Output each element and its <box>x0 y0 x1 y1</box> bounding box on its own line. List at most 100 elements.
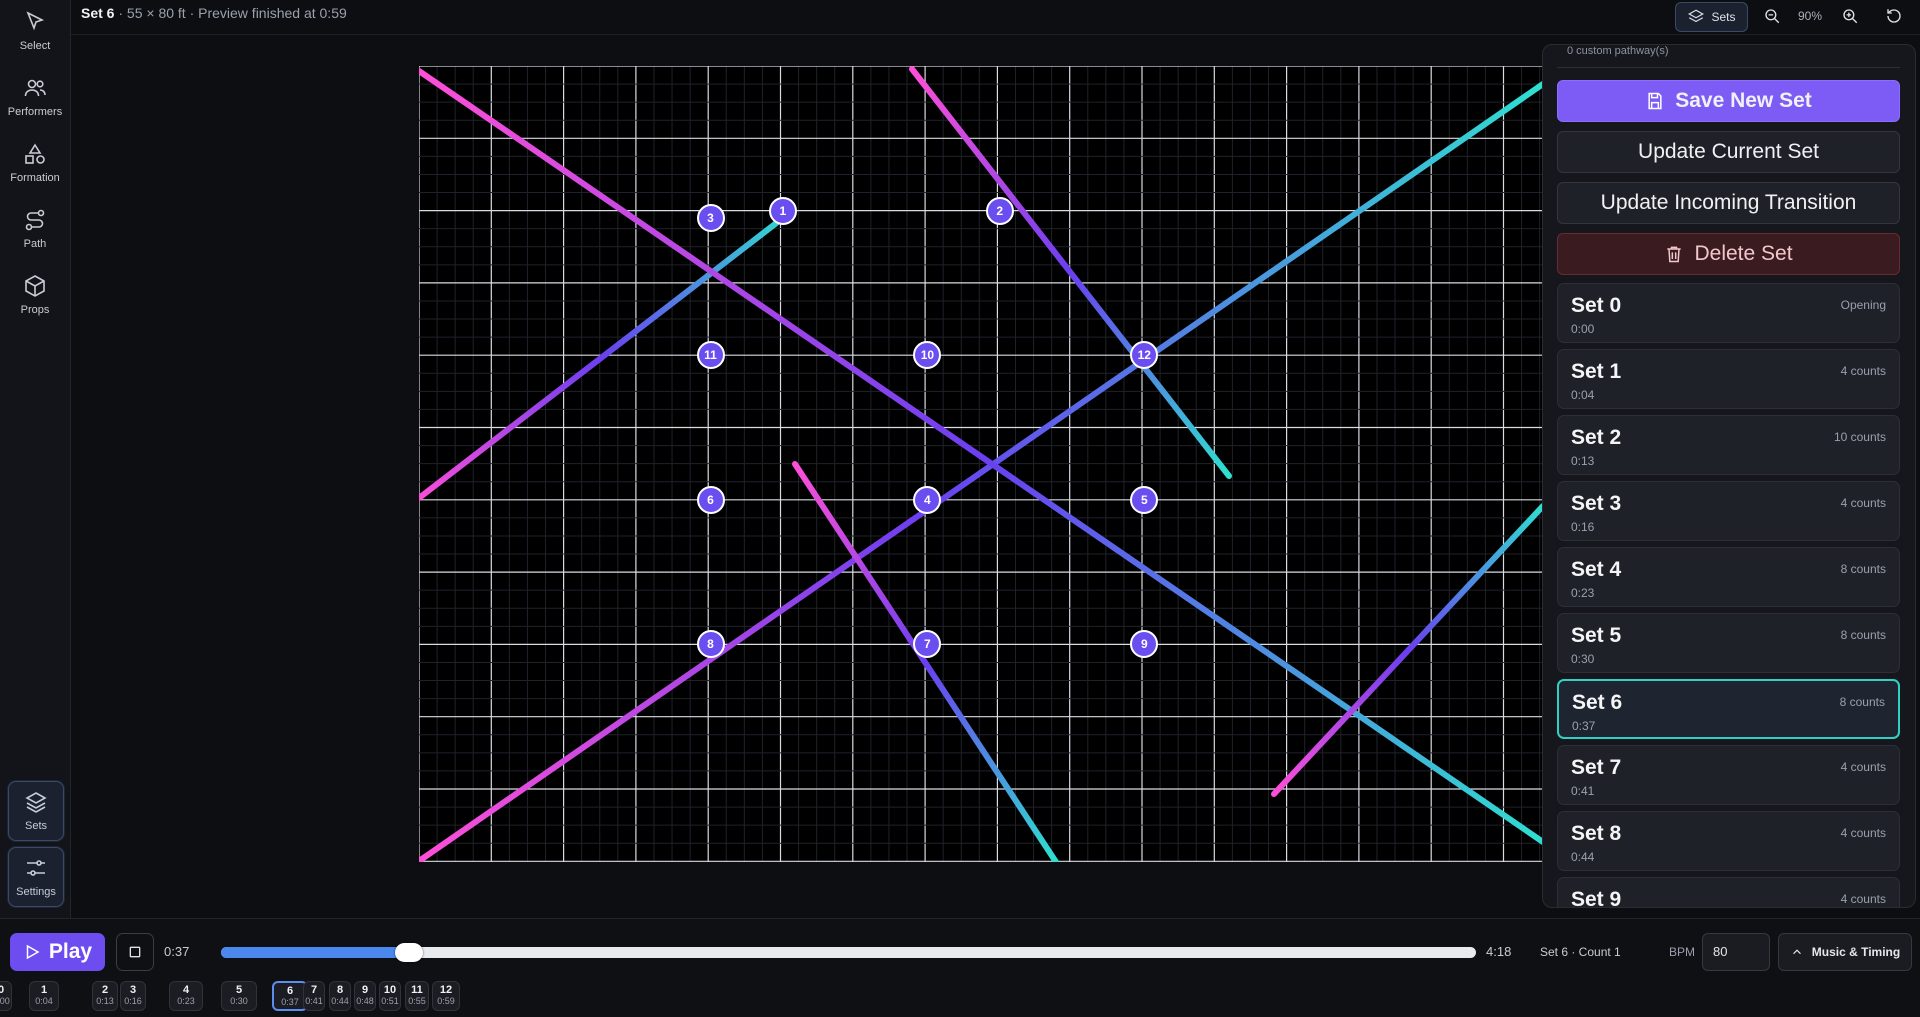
timeline-chip-set-5[interactable]: 5 0:30 <box>221 981 257 1011</box>
tool-formation[interactable]: Formation <box>0 132 70 194</box>
performer-marker[interactable]: 11 <box>696 341 725 370</box>
performer-marker[interactable]: 6 <box>696 485 725 514</box>
tool-performers[interactable]: Performers <box>0 66 70 128</box>
set-card[interactable]: Set 1 0:04 4 counts <box>1557 349 1900 409</box>
music-timing-label: Music & Timing <box>1811 945 1901 959</box>
set-name: Set 9 <box>1571 888 1622 908</box>
tool-select[interactable]: Select <box>0 0 70 62</box>
timeline-chip-set-2[interactable]: 2 0:13 <box>92 981 118 1011</box>
set-counts: 8 counts <box>1840 628 1886 642</box>
set-time: 0:04 <box>1571 388 1595 402</box>
sliders-icon <box>27 860 45 876</box>
set-card[interactable]: Set 8 0:44 4 counts <box>1557 811 1900 871</box>
set-time: 0:44 <box>1571 850 1595 864</box>
chip-set-time: 0:59 <box>437 996 455 1006</box>
performer-marker[interactable]: 4 <box>913 485 942 514</box>
timeline-chip-set-1[interactable]: 1 0:04 <box>29 981 59 1011</box>
playback-status: Set 6 · Count 1 <box>1540 945 1621 959</box>
chip-set-number: 0 <box>0 984 5 996</box>
layers-icon <box>1688 9 1705 23</box>
timeline-chip-set-8[interactable]: 8 0:44 <box>329 981 351 1011</box>
chip-set-time: 0:16 <box>124 996 142 1006</box>
performer-marker[interactable]: 2 <box>985 196 1014 225</box>
set-time: 0:00 <box>1571 322 1595 336</box>
sets-toggle-label: Sets <box>1711 10 1736 24</box>
chevron-up-icon <box>1792 949 1801 955</box>
set-name: Set 5 <box>1571 624 1622 647</box>
timeline-chip-set-12[interactable]: 12 0:59 <box>432 981 460 1011</box>
users-icon <box>24 79 46 97</box>
performer-marker[interactable]: 5 <box>1130 485 1159 514</box>
chip-set-number: 12 <box>439 984 453 996</box>
tool-props[interactable]: Props <box>0 264 70 326</box>
tool-label: Settings <box>16 886 56 898</box>
stop-button[interactable] <box>116 933 154 971</box>
set-card[interactable]: Set 6 0:37 8 counts <box>1557 679 1900 739</box>
timeline-chip-set-11[interactable]: 11 0:55 <box>405 981 429 1011</box>
set-card[interactable]: Set 3 0:16 4 counts <box>1557 481 1900 541</box>
chip-set-time: 0:51 <box>381 996 399 1006</box>
timeline-chip-set-4[interactable]: 4 0:23 <box>169 981 203 1011</box>
chip-set-number: 7 <box>310 984 318 996</box>
set-time: 0:16 <box>1571 520 1595 534</box>
set-time: 0:37 <box>1572 719 1596 733</box>
reset-view-button[interactable] <box>1878 2 1910 30</box>
tool-path[interactable]: Path <box>0 198 70 260</box>
page-title: Set 6 · 55 × 80 ft · Preview finished at… <box>81 5 347 21</box>
zoom-in-button[interactable] <box>1834 2 1866 30</box>
delete-set-label: Delete Set <box>1694 242 1793 265</box>
delete-set-button[interactable]: Delete Set <box>1557 233 1900 275</box>
tool-settings[interactable]: Settings <box>8 847 64 907</box>
scrubber-progress <box>221 947 410 958</box>
set-card[interactable]: Set 7 0:41 4 counts <box>1557 745 1900 805</box>
set-name: Set 8 <box>1571 822 1622 845</box>
timeline-chip-set-9[interactable]: 9 0:48 <box>354 981 376 1011</box>
tool-label: Sets <box>24 820 47 832</box>
timeline-chip-set-0[interactable]: 00:00 <box>0 981 12 1011</box>
set-counts: 4 counts <box>1840 826 1886 840</box>
bpm-input[interactable]: 80 <box>1702 933 1770 971</box>
sets-panel: 0 custom pathway(s) Save New Set Update … <box>1542 44 1916 908</box>
performance-field[interactable]: 1 2 3 4 5 6 7 8 9 10 11 12 <box>419 66 1543 862</box>
set-card[interactable]: Set 5 0:30 8 counts <box>1557 613 1900 673</box>
set-name: Set 4 <box>1571 558 1622 581</box>
set-name: Set 6 <box>1572 691 1623 714</box>
timeline-chip-set-10[interactable]: 10 0:51 <box>379 981 401 1011</box>
set-name: Set 0 <box>1571 294 1622 317</box>
tool-label: Path <box>23 238 47 250</box>
tool-label: Props <box>20 304 50 316</box>
stop-icon <box>129 946 141 958</box>
save-new-set-button[interactable]: Save New Set <box>1557 80 1900 122</box>
set-counts: 8 counts <box>1840 562 1886 576</box>
chip-set-number: 4 <box>182 984 190 996</box>
set-name: Set 3 <box>1571 492 1622 515</box>
set-counts: Opening <box>1840 298 1886 312</box>
timeline-chip-set-7[interactable]: 7 0:41 <box>303 981 325 1011</box>
set-card[interactable]: Set 4 0:23 8 counts <box>1557 547 1900 607</box>
play-button[interactable]: Play <box>10 933 105 971</box>
save-new-set-label: Save New Set <box>1675 89 1812 112</box>
zoom-level: 90% <box>1797 9 1823 23</box>
tool-sets[interactable]: Sets <box>8 781 64 841</box>
timeline-scrubber[interactable] <box>221 943 1476 962</box>
set-time: 0:41 <box>1571 784 1595 798</box>
zoom-out-button[interactable] <box>1756 2 1788 30</box>
update-current-set-button[interactable]: Update Current Set <box>1557 131 1900 173</box>
performer-marker[interactable]: 3 <box>696 203 725 232</box>
performer-marker[interactable]: 8 <box>696 630 725 659</box>
chip-set-time: 0:44 <box>331 996 349 1006</box>
update-incoming-transition-button[interactable]: Update Incoming Transition <box>1557 182 1900 224</box>
set-card[interactable]: Set 0 0:00 Opening <box>1557 283 1900 343</box>
music-timing-button[interactable]: Music & Timing <box>1778 933 1912 971</box>
sets-toggle-button[interactable]: Sets <box>1675 2 1748 32</box>
set-time: 0:23 <box>1571 586 1595 600</box>
field-meta: · 55 × 80 ft · Preview finished at 0:59 <box>118 5 347 21</box>
tool-label: Performers <box>7 106 63 118</box>
layers-icon <box>25 792 47 813</box>
set-card[interactable]: Set 2 0:13 10 counts <box>1557 415 1900 475</box>
timeline-chip-set-3[interactable]: 3 0:16 <box>120 981 146 1011</box>
performer-marker[interactable]: 1 <box>768 196 797 225</box>
set-card[interactable]: Set 9 4 counts <box>1557 877 1900 908</box>
scrubber-handle[interactable] <box>395 943 424 962</box>
chip-set-time: 0:23 <box>177 996 195 1006</box>
